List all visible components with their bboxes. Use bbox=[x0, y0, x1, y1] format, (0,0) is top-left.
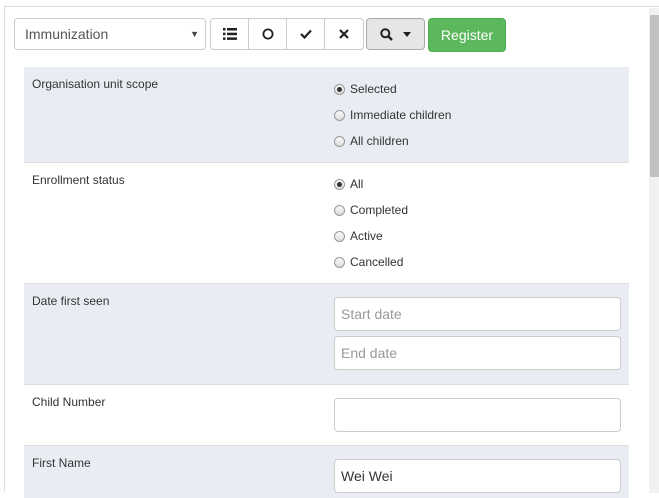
radio-selected-control[interactable] bbox=[334, 83, 345, 95]
radio-cancelled[interactable]: Cancelled bbox=[334, 249, 408, 275]
filter-row-date-first-seen: Date first seen Start date End date bbox=[24, 284, 629, 385]
check-icon bbox=[299, 29, 312, 39]
radio-completed-control[interactable] bbox=[334, 204, 345, 216]
radio-label: All children bbox=[350, 134, 409, 148]
radio-all-control[interactable] bbox=[334, 178, 345, 190]
program-select[interactable]: Immunization ▼ bbox=[14, 18, 206, 50]
radio-label: Selected bbox=[350, 82, 397, 96]
radio-label: All bbox=[350, 177, 364, 191]
radio-all-children-control[interactable] bbox=[334, 135, 345, 147]
org-unit-scope-options: Selected Immediate children All children bbox=[334, 76, 451, 154]
search-icon bbox=[380, 27, 393, 41]
view-button-group bbox=[210, 18, 364, 50]
enrollment-status-options: All Completed Active Cancelled bbox=[334, 171, 408, 275]
first-name-field[interactable]: Wei Wei bbox=[334, 459, 621, 493]
scrollbar-thumb[interactable] bbox=[650, 15, 659, 177]
filter-row-enrollment-status: Enrollment status All Completed Active C… bbox=[24, 163, 629, 284]
radio-cancelled-control[interactable] bbox=[334, 256, 345, 268]
filter-row-first-name: First Name Wei Wei bbox=[24, 446, 629, 498]
first-name-label: First Name bbox=[32, 456, 91, 470]
enrollment-status-label: Enrollment status bbox=[32, 173, 125, 187]
radio-label: Completed bbox=[350, 203, 409, 217]
start-date-field[interactable]: Start date bbox=[334, 297, 621, 331]
filter-table: Organisation unit scope Selected Immedia… bbox=[24, 67, 629, 498]
search-panel-frame: Immunization ▼ Register Organisation uni… bbox=[4, 6, 659, 498]
radio-immediate-children-control[interactable] bbox=[334, 109, 345, 121]
org-unit-scope-label: Organisation unit scope bbox=[32, 77, 159, 91]
radio-label: Active bbox=[350, 229, 383, 243]
cancel-button[interactable] bbox=[325, 19, 363, 49]
filter-row-child-number: Child Number bbox=[24, 385, 629, 446]
radio-active[interactable]: Active bbox=[334, 223, 408, 249]
child-number-field[interactable] bbox=[334, 398, 621, 432]
radio-label: Immediate children bbox=[350, 108, 452, 122]
check-button[interactable] bbox=[287, 19, 325, 49]
radio-active-control[interactable] bbox=[334, 230, 345, 242]
date-first-seen-label: Date first seen bbox=[32, 294, 110, 308]
radio-all[interactable]: All bbox=[334, 171, 408, 197]
caret-down-icon bbox=[403, 31, 411, 37]
list-icon bbox=[222, 28, 237, 40]
circle-button[interactable] bbox=[249, 19, 287, 49]
end-date-field[interactable]: End date bbox=[334, 336, 621, 370]
radio-selected[interactable]: Selected bbox=[334, 76, 451, 102]
radio-completed[interactable]: Completed bbox=[334, 197, 408, 223]
circle-icon bbox=[262, 28, 273, 40]
list-view-button[interactable] bbox=[211, 19, 249, 49]
register-button[interactable]: Register bbox=[428, 18, 506, 52]
child-number-label: Child Number bbox=[32, 395, 106, 409]
search-button[interactable] bbox=[366, 18, 425, 50]
radio-all-children[interactable]: All children bbox=[334, 128, 451, 154]
program-select-value: Immunization bbox=[25, 26, 109, 42]
times-icon bbox=[339, 29, 349, 39]
caret-down-icon: ▼ bbox=[190, 29, 199, 39]
radio-immediate-children[interactable]: Immediate children bbox=[334, 102, 451, 128]
filter-row-org-unit-scope: Organisation unit scope Selected Immedia… bbox=[24, 67, 629, 163]
radio-label: Cancelled bbox=[350, 255, 404, 269]
